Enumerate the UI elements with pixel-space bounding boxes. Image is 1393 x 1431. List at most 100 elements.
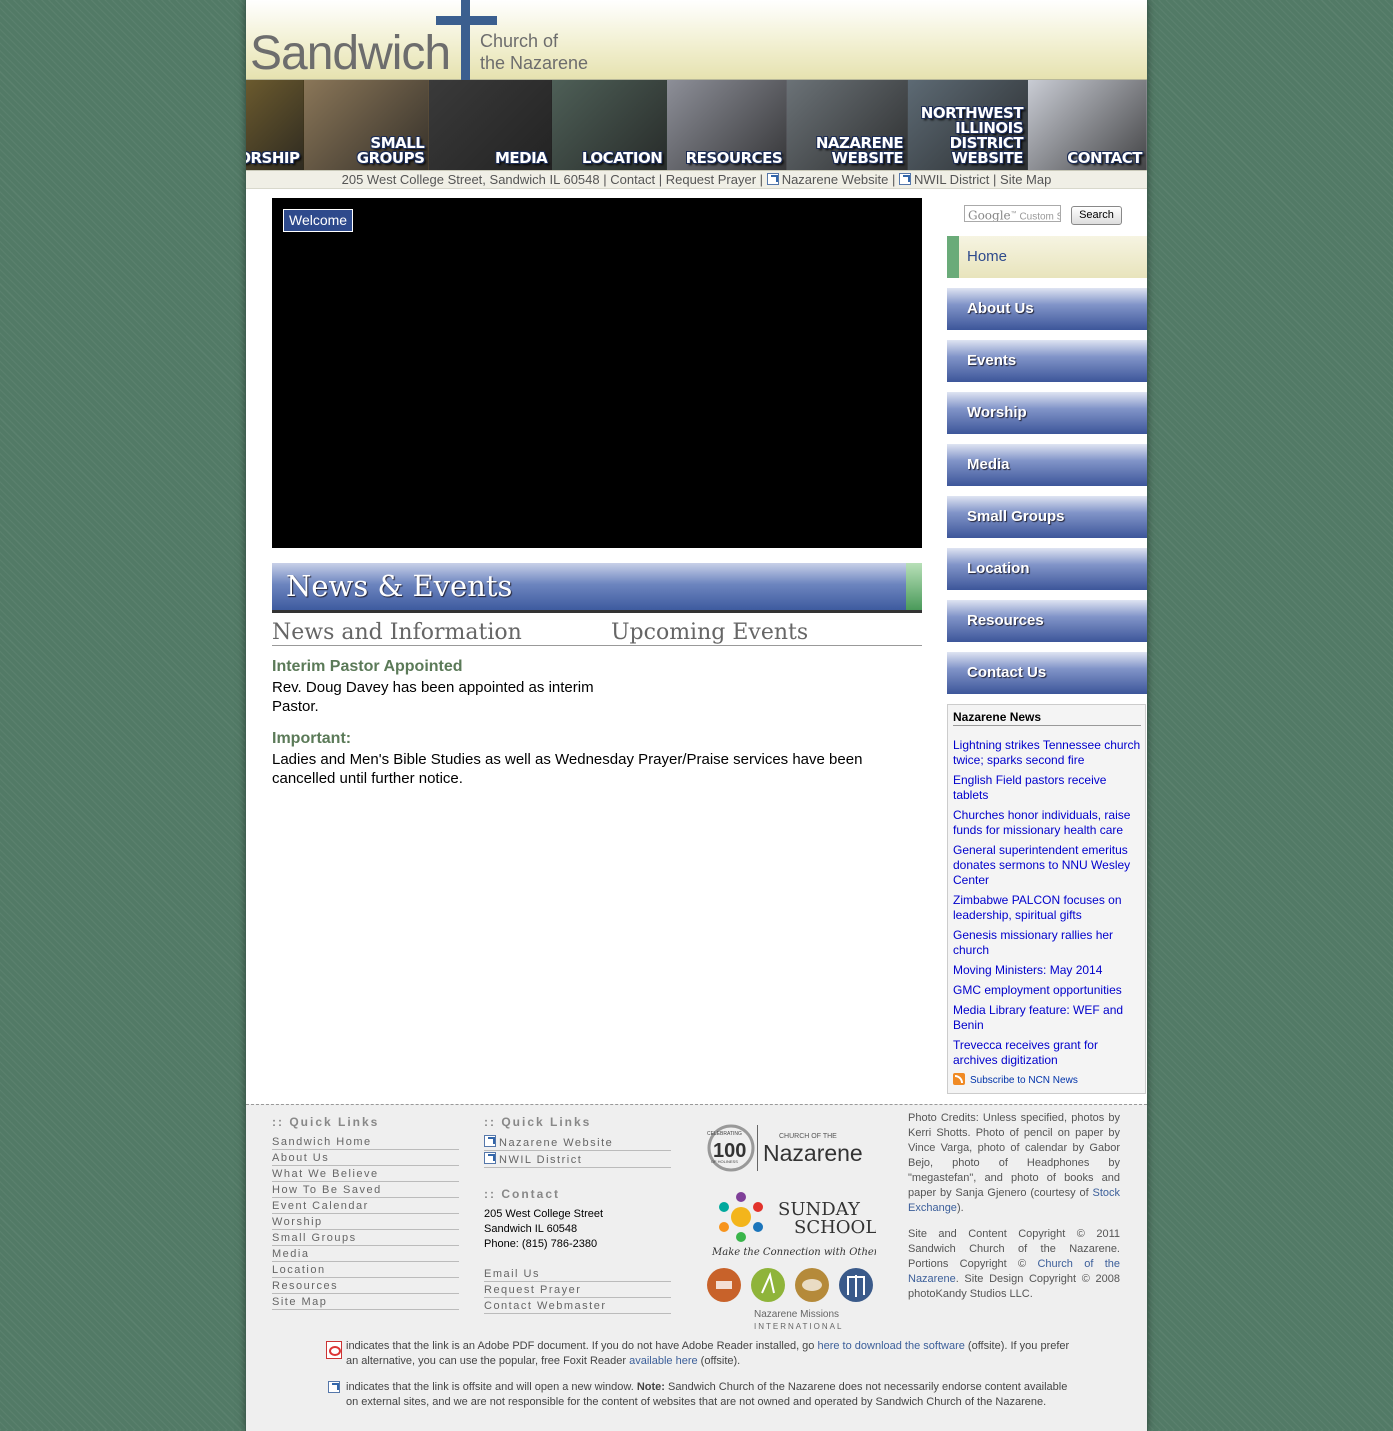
credits-text: Photo Credits: Unless specified, photos …	[908, 1112, 1120, 1199]
contact-city: Sandwich IL 60548	[484, 1223, 578, 1235]
foxit-reader-link[interactable]: available here	[629, 1355, 698, 1367]
footer-link-about-us[interactable]: About Us	[272, 1151, 459, 1166]
email-us-link[interactable]: Email Us	[484, 1267, 671, 1282]
download-reader-link[interactable]: here to download the software	[817, 1340, 964, 1352]
logo-subtitle: Church of the Nazarene	[480, 30, 588, 74]
contact-webmaster-link[interactable]: Contact Webmaster	[484, 1299, 671, 1314]
nazarene-website-link[interactable]: Nazarene Website	[782, 172, 889, 187]
nav-about-us[interactable]: About Us	[947, 288, 1147, 330]
nav-location[interactable]: Location	[947, 548, 1147, 590]
footer-link-site-map[interactable]: Site Map	[272, 1295, 459, 1310]
banner-media[interactable]: MEDIA	[429, 80, 553, 170]
footer-link-resources[interactable]: Resources	[272, 1279, 459, 1294]
nav-contact-us[interactable]: Contact Us	[947, 652, 1147, 694]
logo-nmi-line2-text: INTERNATIONAL	[754, 1322, 843, 1331]
nwil-district-link[interactable]: NWIL District	[914, 172, 989, 187]
image-nav-banner: ORSHIP SMALL GROUPS MEDIA LOCATION RESOU…	[246, 80, 1147, 170]
news-item-body: Ladies and Men's Bible Studies as well a…	[272, 751, 863, 787]
separator: |	[658, 172, 663, 187]
notice-note-label: Note:	[636, 1381, 665, 1393]
banner-contact[interactable]: CONTACT	[1028, 80, 1147, 170]
site-map-link[interactable]: Site Map	[1000, 172, 1051, 187]
news-link[interactable]: Moving Ministers: May 2014	[953, 963, 1141, 978]
banner-nwil-district-website[interactable]: NORTHWEST ILLINOIS DISTRICT WEBSITE	[908, 80, 1029, 170]
centennial-logo-graphic: CELEBRATING 100 OF HOLINESS CHURCH OF TH…	[707, 1124, 863, 1172]
banner-resources[interactable]: RESOURCES	[667, 80, 788, 170]
news-item-heading: Interim Pastor Appointed	[272, 658, 463, 675]
logo-school-text: SCHOOL	[794, 1217, 876, 1238]
search-input[interactable]: Google™ Custom Se	[964, 205, 1061, 222]
news-link[interactable]: English Field pastors receive tablets	[953, 773, 1141, 803]
news-link[interactable]: Churches honor individuals, raise funds …	[953, 808, 1141, 838]
footer-link-how-to-be-saved[interactable]: How To Be Saved	[272, 1183, 459, 1198]
photo-credits: Photo Credits: Unless specified, photos …	[908, 1111, 1120, 1302]
news-link[interactable]: Genesis missionary rallies her church	[953, 928, 1141, 958]
welcome-video-player[interactable]: Welcome	[272, 198, 922, 548]
news-link[interactable]: Media Library feature: WEF and Benin	[953, 1003, 1141, 1033]
notice-text: indicates that the link is an Adobe PDF …	[346, 1340, 818, 1352]
footer-link-what-we-believe[interactable]: What We Believe	[272, 1167, 459, 1182]
external-link-icon	[899, 173, 912, 185]
welcome-tab[interactable]: Welcome	[283, 209, 354, 232]
footer-link-media[interactable]: Media	[272, 1247, 459, 1262]
sunday-school-logo[interactable]: SUNDAY SCHOOL Make the Connection with O…	[706, 1185, 884, 1260]
photo-credits-text: Photo Credits: Unless specified, photos …	[908, 1111, 1120, 1216]
news-link[interactable]: Lightning strikes Tennessee church twice…	[953, 738, 1141, 768]
external-link-icon	[484, 1135, 496, 1147]
footer: :: Quick Links Sandwich Home About Us Wh…	[246, 1104, 1147, 1431]
logo-holiness-text: OF HOLINESS	[711, 1159, 738, 1164]
upcoming-events-heading: Upcoming Events	[611, 620, 809, 645]
footer-link-small-groups[interactable]: Small Groups	[272, 1231, 459, 1246]
separator: |	[603, 172, 607, 187]
news-link[interactable]: GMC employment opportunities	[953, 983, 1141, 998]
banner-location-label: LOCATION	[581, 149, 663, 167]
nazarene-news-title: Nazarene News	[953, 710, 1141, 726]
footer-link-worship[interactable]: Worship	[272, 1215, 459, 1230]
contact-heading: :: Contact	[484, 1187, 560, 1201]
nazarene-missions-logo[interactable]: Nazarene Missions INTERNATIONAL	[704, 1265, 879, 1335]
footer-link-label: NWIL District	[499, 1154, 583, 1166]
footer-link-nwil-district[interactable]: NWIL District	[484, 1152, 671, 1168]
news-link[interactable]: General superintendent emeritus donates …	[953, 843, 1141, 888]
nav-home[interactable]: Home	[947, 236, 1147, 278]
banner-location[interactable]: LOCATION	[552, 80, 668, 170]
external-link-icon	[766, 173, 779, 185]
footer-link-sandwich-home[interactable]: Sandwich Home	[272, 1135, 459, 1150]
news-link[interactable]: Zimbabwe PALCON focuses on leadership, s…	[953, 893, 1141, 923]
footer-link-location[interactable]: Location	[272, 1263, 459, 1278]
news-link[interactable]: Trevecca receives grant for archives dig…	[953, 1038, 1141, 1068]
banner-nazarene-website[interactable]: NAZARENE WEBSITE	[787, 80, 909, 170]
banner-small-groups[interactable]: SMALL GROUPS	[304, 80, 430, 170]
logo-wordmark[interactable]: Sandwich	[250, 26, 451, 81]
request-prayer-footer-link[interactable]: Request Prayer	[484, 1283, 671, 1298]
news-information-heading: News and Information	[272, 620, 522, 645]
sunday-school-graphic: SUNDAY SCHOOL Make the Connection with O…	[711, 1192, 884, 1258]
logo-church-of-the-text: CHURCH OF THE	[779, 1133, 837, 1140]
pdf-icon	[326, 1341, 342, 1359]
subscribe-ncn-link[interactable]: Subscribe to NCN News	[953, 1073, 1078, 1086]
nav-events[interactable]: Events	[947, 340, 1147, 382]
nav-media[interactable]: Media	[947, 444, 1147, 486]
banner-media-label: MEDIA	[494, 149, 548, 167]
centennial-nazarene-logo[interactable]: CELEBRATING 100 OF HOLINESS CHURCH OF TH…	[701, 1123, 876, 1178]
news-item-body: Rev. Doug Davey has been appointed as in…	[272, 679, 594, 715]
church-address: 205 West College Street, Sandwich IL 605…	[341, 172, 600, 187]
news-item-heading: Important:	[272, 730, 352, 747]
search-button[interactable]: Search	[1071, 206, 1122, 225]
cross-logo-icon	[461, 0, 470, 80]
request-prayer-link[interactable]: Request Prayer	[666, 172, 756, 187]
external-link-icon	[328, 1381, 340, 1393]
address-bar: 205 West College Street, Sandwich IL 605…	[246, 170, 1147, 189]
nav-small-groups[interactable]: Small Groups	[947, 496, 1147, 538]
header-accent	[906, 563, 922, 610]
nav-worship[interactable]: Worship	[947, 392, 1147, 434]
contact-link[interactable]: Contact	[610, 172, 655, 187]
rss-icon	[953, 1073, 965, 1085]
nav-resources[interactable]: Resources	[947, 600, 1147, 642]
banner-worship[interactable]: ORSHIP	[246, 80, 305, 170]
footer-link-event-calendar[interactable]: Event Calendar	[272, 1199, 459, 1214]
contact-phone: Phone: (815) 786-2380	[484, 1238, 598, 1250]
notice-text: indicates that the link is offsite and w…	[346, 1381, 637, 1393]
footer-link-nazarene-website[interactable]: Nazarene Website	[484, 1135, 671, 1151]
separator: |	[759, 172, 764, 187]
